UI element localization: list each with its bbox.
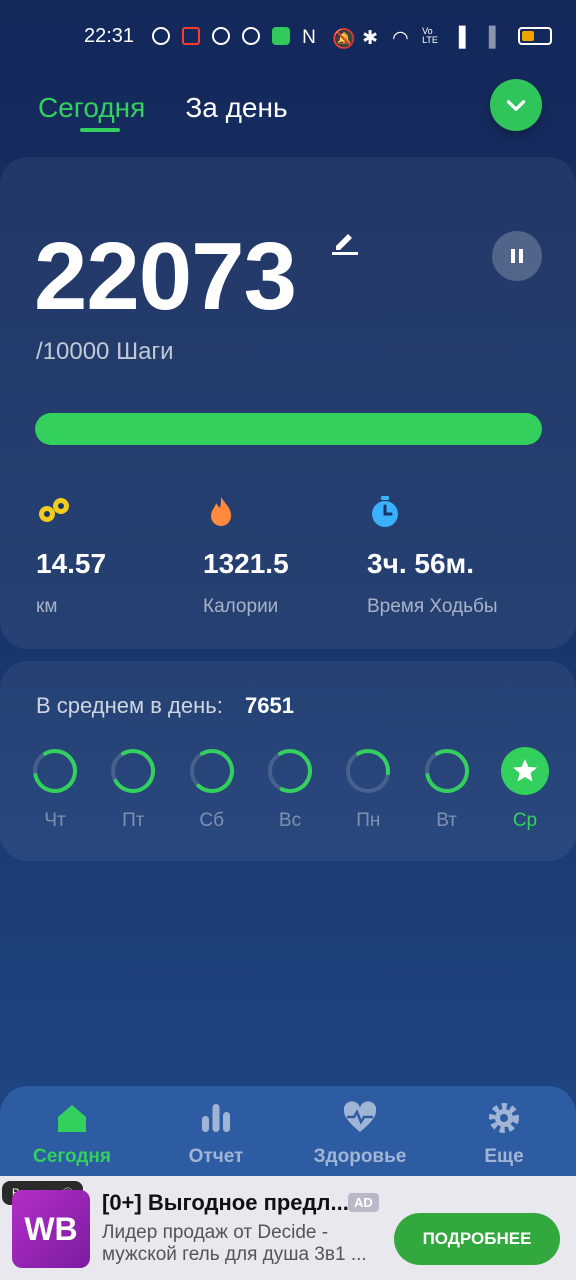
signal-x-icon: ▐ — [482, 27, 496, 48]
day-item[interactable]: Сб — [187, 746, 237, 832]
steps-goal: /10000 Шаги — [36, 338, 174, 365]
tab-today[interactable]: Сегодня — [38, 92, 145, 124]
day-progress-ring — [189, 749, 234, 793]
gear-icon — [489, 1103, 519, 1133]
tab-underline — [80, 128, 120, 132]
ad-title[interactable]: [0+] Выгодное предл... — [102, 1190, 349, 1216]
day-item[interactable]: Чт — [30, 746, 80, 832]
bar-chart-icon — [202, 1104, 230, 1132]
wifi-icon: ◠ — [392, 28, 409, 49]
app-icon — [182, 27, 201, 45]
mute-icon: 🔕 — [332, 29, 356, 50]
day-progress-ring — [111, 749, 156, 793]
ad-cta-button[interactable]: ПОДРОБНЕЕ — [394, 1213, 560, 1265]
footprints-icon — [39, 498, 69, 522]
steps-count: 22073 — [34, 223, 297, 330]
stopwatch-icon — [372, 496, 398, 527]
chevron-down-icon — [506, 100, 526, 111]
status-icons: N 🔕 ✱ ◠ Vo LTE ▐ ▐ — [152, 26, 553, 50]
day-label: Чт — [44, 810, 66, 831]
stat-distance: 14.57 км — [36, 494, 206, 618]
stat-distance-label: км — [36, 596, 58, 617]
clock-icon — [152, 27, 171, 45]
average-label: В среднем в день: — [36, 693, 223, 718]
steps-progress-fill — [35, 413, 542, 445]
day-item[interactable]: Вт — [422, 746, 472, 832]
home-icon — [58, 1105, 86, 1132]
confirm-button[interactable] — [490, 79, 542, 131]
ad-badge: AD — [348, 1193, 379, 1212]
nav-report-label: Отчет — [188, 1146, 244, 1167]
flower-icon — [242, 27, 261, 45]
ad-logo[interactable]: WB — [12, 1190, 90, 1268]
pause-button[interactable] — [492, 231, 542, 281]
stat-calories-value: 1321.5 — [203, 548, 289, 579]
day-label: Вт — [436, 810, 458, 831]
volte-icon: Vo LTE — [422, 26, 438, 45]
day-label: Пт — [122, 810, 145, 831]
status-bar: 22:31 N 🔕 ✱ ◠ Vo LTE ▐ ▐ — [0, 0, 576, 72]
battery-icon — [518, 27, 553, 45]
day-label: Сб — [199, 810, 224, 831]
stat-distance-value: 14.57 — [36, 548, 107, 579]
edit-icon[interactable] — [330, 226, 360, 256]
stat-calories-label: Калории — [203, 596, 279, 617]
stat-walk-time: 3ч. 56м. Время Ходьбы — [367, 494, 537, 618]
day-progress-ring — [267, 749, 312, 793]
steps-progress-bar — [35, 413, 542, 445]
day-progress-ring — [424, 749, 469, 793]
day-item[interactable]: Вс — [265, 746, 315, 832]
signal-icon: ▐ — [452, 27, 466, 48]
tab-by-day[interactable]: За день — [185, 92, 287, 124]
stat-calories: 1321.5 Калории — [203, 494, 373, 618]
day-label: Ср — [512, 810, 538, 831]
nav-health-label: Здоровье — [313, 1146, 407, 1167]
ad-description: Лидер продаж от Decide - мужской гель дл… — [102, 1222, 367, 1265]
shield-icon — [272, 27, 291, 45]
day-item[interactable]: Пт — [108, 746, 158, 832]
day-item[interactable]: Пн — [343, 746, 393, 832]
stat-walk-time-label: Время Ходьбы — [367, 596, 498, 617]
pause-icon — [511, 249, 523, 263]
day-label: Вс — [278, 810, 302, 831]
route-icon — [212, 27, 231, 45]
nfc-icon: N — [302, 27, 316, 48]
nav-more-label: Еще — [484, 1146, 524, 1167]
nav-today-label: Сегодня — [33, 1146, 111, 1167]
day-progress-ring — [346, 749, 391, 793]
flame-icon — [211, 497, 231, 526]
average-value: 7651 — [245, 693, 294, 718]
day-item[interactable]: Ср — [500, 746, 550, 832]
day-progress-ring — [33, 749, 77, 793]
status-time: 22:31 — [84, 24, 135, 47]
stat-walk-time-value: 3ч. 56м. — [367, 548, 475, 579]
heart-pulse-icon — [343, 1101, 377, 1132]
day-label: Пн — [356, 810, 381, 831]
star-icon — [500, 747, 549, 795]
bluetooth-icon: ✱ — [362, 28, 378, 49]
week-days: Чт Пт Сб Вс Пн Вт Ср — [30, 746, 550, 832]
